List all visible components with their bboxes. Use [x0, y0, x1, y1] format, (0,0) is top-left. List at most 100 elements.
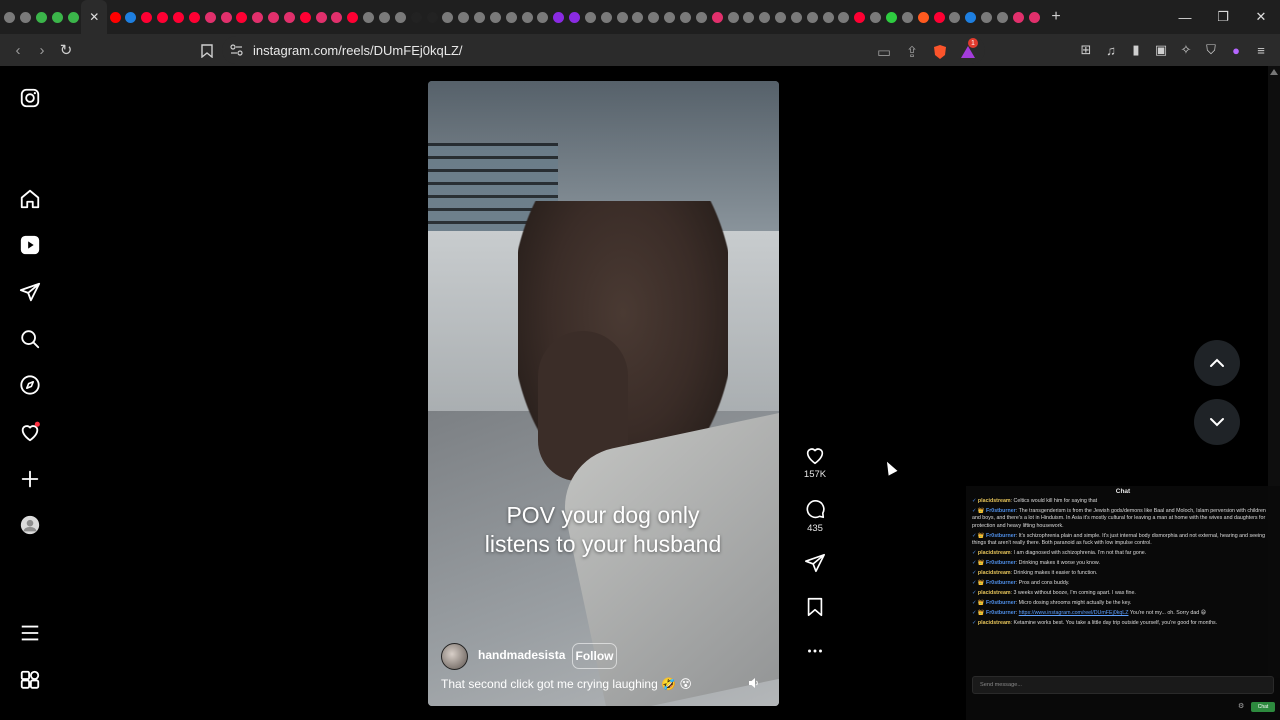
browser-tab[interactable] [282, 0, 298, 34]
browser-tab[interactable] [65, 0, 81, 34]
browser-tab[interactable] [250, 0, 266, 34]
browser-tab[interactable] [34, 0, 50, 34]
browser-tab[interactable] [345, 0, 361, 34]
reel-video[interactable]: POV your dog only listens to your husban… [428, 81, 779, 706]
browser-tab[interactable] [424, 0, 440, 34]
browser-tab[interactable] [725, 0, 741, 34]
browser-tab[interactable] [155, 0, 171, 34]
reel-description[interactable]: That second click got me crying laughing… [441, 677, 692, 691]
messages-icon[interactable] [18, 280, 42, 304]
browser-tab[interactable] [234, 0, 250, 34]
browser-tab[interactable] [202, 0, 218, 34]
browser-tab[interactable] [50, 0, 66, 34]
browser-tab[interactable] [741, 0, 757, 34]
leo-ai-icon[interactable]: ✧ [1175, 38, 1197, 62]
browser-tab[interactable] [693, 0, 709, 34]
browser-tab[interactable] [614, 0, 630, 34]
tab-search-icon[interactable]: ⊞ [1075, 38, 1097, 62]
brave-shield-icon[interactable] [928, 40, 952, 64]
browser-tab[interactable] [1026, 0, 1042, 34]
author-avatar[interactable] [441, 643, 468, 670]
vpn-icon[interactable]: ⛉ [1200, 38, 1222, 62]
back-icon[interactable]: ‹ [6, 38, 30, 62]
browser-tab[interactable] [2, 0, 18, 34]
browser-tab[interactable] [139, 0, 155, 34]
browser-tab[interactable] [440, 0, 456, 34]
search-icon[interactable] [18, 327, 42, 351]
browser-tab[interactable] [947, 0, 963, 34]
browser-tab[interactable] [899, 0, 915, 34]
instagram-logo-icon[interactable] [18, 86, 42, 110]
author-username[interactable]: handmadesista [478, 648, 565, 662]
browser-tab[interactable] [979, 0, 995, 34]
browser-tab[interactable] [709, 0, 725, 34]
browser-tab[interactable] [535, 0, 551, 34]
forward-icon[interactable]: › [30, 38, 54, 62]
share-icon[interactable]: ⇪ [900, 40, 924, 64]
new-tab-button[interactable]: + [1042, 0, 1070, 34]
comment-button[interactable]: 435 [800, 498, 830, 534]
browser-tab[interactable] [503, 0, 519, 34]
browser-tab[interactable] [377, 0, 393, 34]
browser-tab[interactable] [107, 0, 123, 34]
bookmark-icon[interactable] [195, 39, 219, 63]
browser-tab[interactable] [773, 0, 789, 34]
address-bar[interactable]: instagram.com/reels/DUmFEj0kqLZ/ ▭ ⇪ 1 [222, 36, 985, 64]
scroll-up-icon[interactable] [1270, 69, 1278, 75]
browser-tab[interactable] [472, 0, 488, 34]
browser-tab[interactable] [408, 0, 424, 34]
close-tab-icon[interactable]: ✕ [89, 10, 99, 24]
browser-tab[interactable] [836, 0, 852, 34]
notifications-heart-icon[interactable] [18, 420, 42, 444]
explore-icon[interactable] [18, 373, 42, 397]
chat-send-button[interactable]: Chat [1251, 702, 1275, 712]
browser-tab[interactable] [804, 0, 820, 34]
browser-tab[interactable] [852, 0, 868, 34]
browser-tab[interactable] [931, 0, 947, 34]
share-button[interactable] [800, 552, 830, 574]
browser-tab[interactable] [361, 0, 377, 34]
wallet-icon[interactable]: ▣ [1150, 38, 1172, 62]
reload-icon[interactable]: ↻ [54, 38, 78, 62]
previous-reel-button[interactable] [1194, 340, 1240, 386]
browser-tab[interactable] [963, 0, 979, 34]
browser-tab[interactable] [171, 0, 187, 34]
sidebar-icon[interactable]: ▮ [1125, 38, 1147, 62]
browser-tab[interactable] [583, 0, 599, 34]
chat-input[interactable]: Send message... [972, 676, 1274, 694]
audio-icon[interactable] [744, 675, 764, 691]
active-tab[interactable]: ✕ [81, 0, 108, 34]
browser-tab[interactable] [868, 0, 884, 34]
browser-tab[interactable] [915, 0, 931, 34]
more-options-button[interactable] [800, 640, 830, 662]
home-icon[interactable] [18, 187, 42, 211]
settings-gear-icon[interactable]: ⚙ [1238, 702, 1244, 710]
browser-tab[interactable] [884, 0, 900, 34]
more-menu-icon[interactable] [18, 621, 42, 645]
browser-tab[interactable] [598, 0, 614, 34]
menu-icon[interactable]: ≡ [1250, 38, 1272, 62]
browser-tab[interactable] [757, 0, 773, 34]
chat-messages[interactable]: ✓ placidstream: Celtics would kill him f… [972, 498, 1274, 668]
browser-tab[interactable] [297, 0, 313, 34]
browser-tab[interactable] [313, 0, 329, 34]
browser-tab[interactable] [392, 0, 408, 34]
browser-tab[interactable] [662, 0, 678, 34]
browser-tab[interactable] [567, 0, 583, 34]
browser-tab[interactable] [678, 0, 694, 34]
browser-tab[interactable] [186, 0, 202, 34]
browser-tab[interactable] [646, 0, 662, 34]
browser-tab[interactable] [820, 0, 836, 34]
profile-avatar-icon[interactable] [18, 513, 42, 537]
reels-icon[interactable] [18, 233, 42, 257]
browser-tab[interactable] [218, 0, 234, 34]
browser-tab[interactable] [789, 0, 805, 34]
extension-icon[interactable]: ● [1225, 38, 1247, 62]
browser-tab[interactable] [487, 0, 503, 34]
browser-tab[interactable] [329, 0, 345, 34]
follow-button[interactable]: Follow [572, 643, 617, 669]
like-button[interactable]: 157K [800, 444, 830, 480]
browser-tab[interactable] [456, 0, 472, 34]
cast-icon[interactable]: ▭ [872, 40, 896, 64]
browser-tab[interactable] [519, 0, 535, 34]
